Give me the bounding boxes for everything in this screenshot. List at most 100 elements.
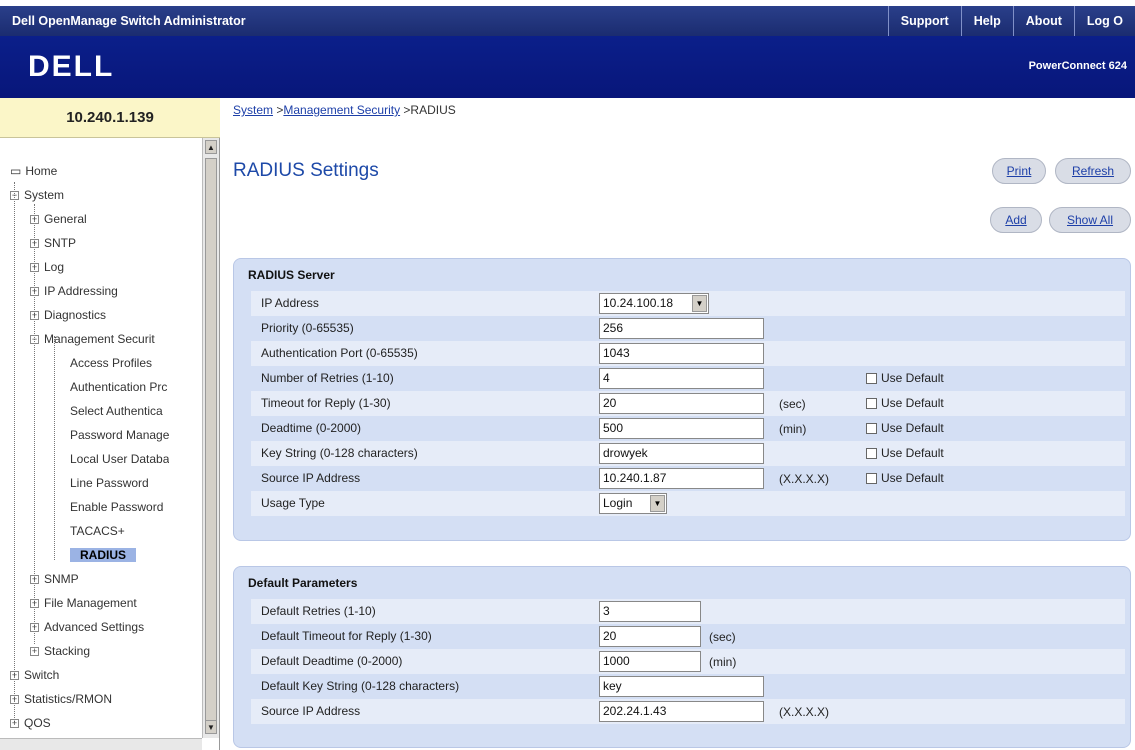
tree-item[interactable]: Enable Password — [70, 496, 163, 518]
tree-vertical-scrollbar[interactable]: ▲ ▼ — [202, 138, 219, 738]
scrollbar-thumb[interactable] — [205, 158, 217, 728]
expand-icon[interactable]: + — [10, 719, 19, 729]
collapse-icon[interactable]: − — [10, 191, 19, 201]
field-input[interactable]: 202.24.1.43 — [599, 701, 764, 722]
unit-label: (X.X.X.X) — [779, 472, 830, 486]
checkbox-box[interactable] — [866, 473, 877, 484]
tree-item[interactable]: + Log — [30, 256, 64, 278]
field-input[interactable]: 20 — [599, 393, 764, 414]
about-link[interactable]: About — [1012, 6, 1074, 36]
tree-item[interactable]: + Stacking — [30, 640, 90, 662]
checkbox-box[interactable] — [866, 448, 877, 459]
expand-icon[interactable]: + — [30, 215, 39, 225]
tree-item[interactable]: ▭ Home — [10, 160, 57, 182]
use-default-checkbox[interactable]: Use Default — [866, 446, 944, 460]
expand-icon[interactable]: + — [30, 311, 39, 321]
tree-item[interactable]: − System — [10, 184, 64, 206]
radius-server-title: RADIUS Server — [248, 268, 335, 282]
use-default-checkbox[interactable]: Use Default — [866, 371, 944, 385]
tree-item[interactable]: Local User Databa — [70, 448, 169, 470]
left-navigation-panel: 10.240.1.139 ▭ Home − System + General + SNTP + L… — [0, 98, 220, 750]
field-input[interactable]: 1000 — [599, 651, 701, 672]
field-label: Source IP Address — [261, 704, 361, 718]
field-input[interactable]: 20 — [599, 626, 701, 647]
select-value: 10.24.100.18 — [603, 296, 674, 310]
expand-icon[interactable]: + — [30, 623, 39, 633]
field-input[interactable]: drowyek — [599, 443, 764, 464]
expand-icon[interactable]: + — [30, 239, 39, 249]
checkbox-label: Use Default — [881, 446, 944, 460]
tree-item-label: SNMP — [44, 572, 79, 586]
tree-item[interactable]: + IP Addressing — [30, 280, 118, 302]
navigation-tree: ▭ Home − System + General + SNTP + Log + IP Address… — [10, 158, 200, 738]
tree-item[interactable]: Access Profiles — [70, 352, 152, 374]
tree-item[interactable]: + Statistics/RMON — [10, 688, 112, 710]
tree-item[interactable]: − Management Securit — [30, 328, 155, 350]
use-default-checkbox[interactable]: Use Default — [866, 421, 944, 435]
product-name: PowerConnect 624 — [1028, 60, 1127, 72]
tree-horizontal-scrollbar[interactable] — [0, 738, 202, 750]
form-row: Authentication Port (0-65535) 1043 — [251, 341, 1125, 366]
checkbox-box[interactable] — [866, 423, 877, 434]
tree-item[interactable]: Authentication Prc — [70, 376, 167, 398]
tree-item[interactable]: + Switch — [10, 664, 59, 686]
expand-icon[interactable]: + — [30, 263, 39, 273]
field-input[interactable]: 256 — [599, 318, 764, 339]
tree-item[interactable]: + Diagnostics — [30, 304, 106, 326]
use-default-checkbox[interactable]: Use Default — [866, 471, 944, 485]
tree-item[interactable]: RADIUS — [70, 544, 137, 566]
tree-item-label: Home — [25, 164, 58, 178]
scroll-up-icon[interactable]: ▲ — [205, 140, 217, 154]
tree-item[interactable]: + QOS — [10, 712, 51, 734]
collapse-icon[interactable]: − — [30, 335, 39, 345]
show-all-button[interactable]: Show All — [1049, 207, 1131, 233]
scroll-down-icon[interactable]: ▼ — [205, 720, 217, 734]
field-select[interactable]: Login ▼ — [599, 493, 667, 514]
dropdown-arrow-icon[interactable]: ▼ — [650, 495, 665, 512]
field-label: Default Retries (1-10) — [261, 604, 376, 618]
form-row: Source IP Address 10.240.1.87 (X.X.X.X) Use… — [251, 466, 1125, 491]
expand-icon[interactable]: + — [10, 695, 19, 705]
device-ip: 10.240.1.139 — [0, 98, 220, 138]
tree-item[interactable]: Line Password — [70, 472, 149, 494]
print-button[interactable]: Print — [992, 158, 1046, 184]
expand-icon[interactable]: + — [10, 671, 19, 681]
field-input[interactable]: 500 — [599, 418, 764, 439]
expand-icon[interactable]: + — [30, 599, 39, 609]
tree-item-label: TACACS+ — [70, 524, 125, 538]
tree-item[interactable]: Select Authentica — [70, 400, 163, 422]
checkbox-box[interactable] — [866, 373, 877, 384]
breadcrumb-management-security[interactable]: Management Security — [283, 103, 400, 117]
tree-item[interactable]: + SNTP — [30, 232, 76, 254]
field-input[interactable]: 1043 — [599, 343, 764, 364]
support-link[interactable]: Support — [887, 6, 961, 36]
field-input[interactable]: 3 — [599, 601, 701, 622]
tree-item[interactable]: + Advanced Settings — [30, 616, 144, 638]
field-label: Priority (0-65535) — [261, 321, 354, 335]
tree-item[interactable]: Password Manage — [70, 424, 169, 446]
tree-item[interactable]: TACACS+ — [70, 520, 125, 542]
refresh-button[interactable]: Refresh — [1055, 158, 1131, 184]
unit-label: (X.X.X.X) — [779, 705, 830, 719]
add-button[interactable]: Add — [990, 207, 1042, 233]
tree-item[interactable]: + File Management — [30, 592, 137, 614]
field-select[interactable]: 10.24.100.18 ▼ — [599, 293, 709, 314]
dropdown-arrow-icon[interactable]: ▼ — [692, 295, 707, 312]
help-link[interactable]: Help — [960, 6, 1013, 36]
tree-item[interactable]: + SNMP — [30, 568, 79, 590]
breadcrumb-system[interactable]: System — [233, 103, 273, 117]
expand-icon[interactable]: + — [30, 287, 39, 297]
tree-item[interactable]: + General — [30, 208, 87, 230]
logout-link[interactable]: Log O — [1073, 6, 1135, 36]
unit-label: (min) — [779, 422, 807, 436]
expand-icon[interactable]: + — [30, 647, 39, 657]
expand-icon[interactable]: + — [30, 575, 39, 585]
checkbox-box[interactable] — [866, 398, 877, 409]
field-input[interactable]: key — [599, 676, 764, 697]
form-row: Priority (0-65535) 256 — [251, 316, 1125, 341]
use-default-checkbox[interactable]: Use Default — [866, 396, 944, 410]
field-input[interactable]: 10.240.1.87 — [599, 468, 764, 489]
form-row: Source IP Address 202.24.1.43 (X.X.X.X) — [251, 699, 1125, 724]
tree-item-label: Access Profiles — [70, 356, 153, 370]
field-input[interactable]: 4 — [599, 368, 764, 389]
